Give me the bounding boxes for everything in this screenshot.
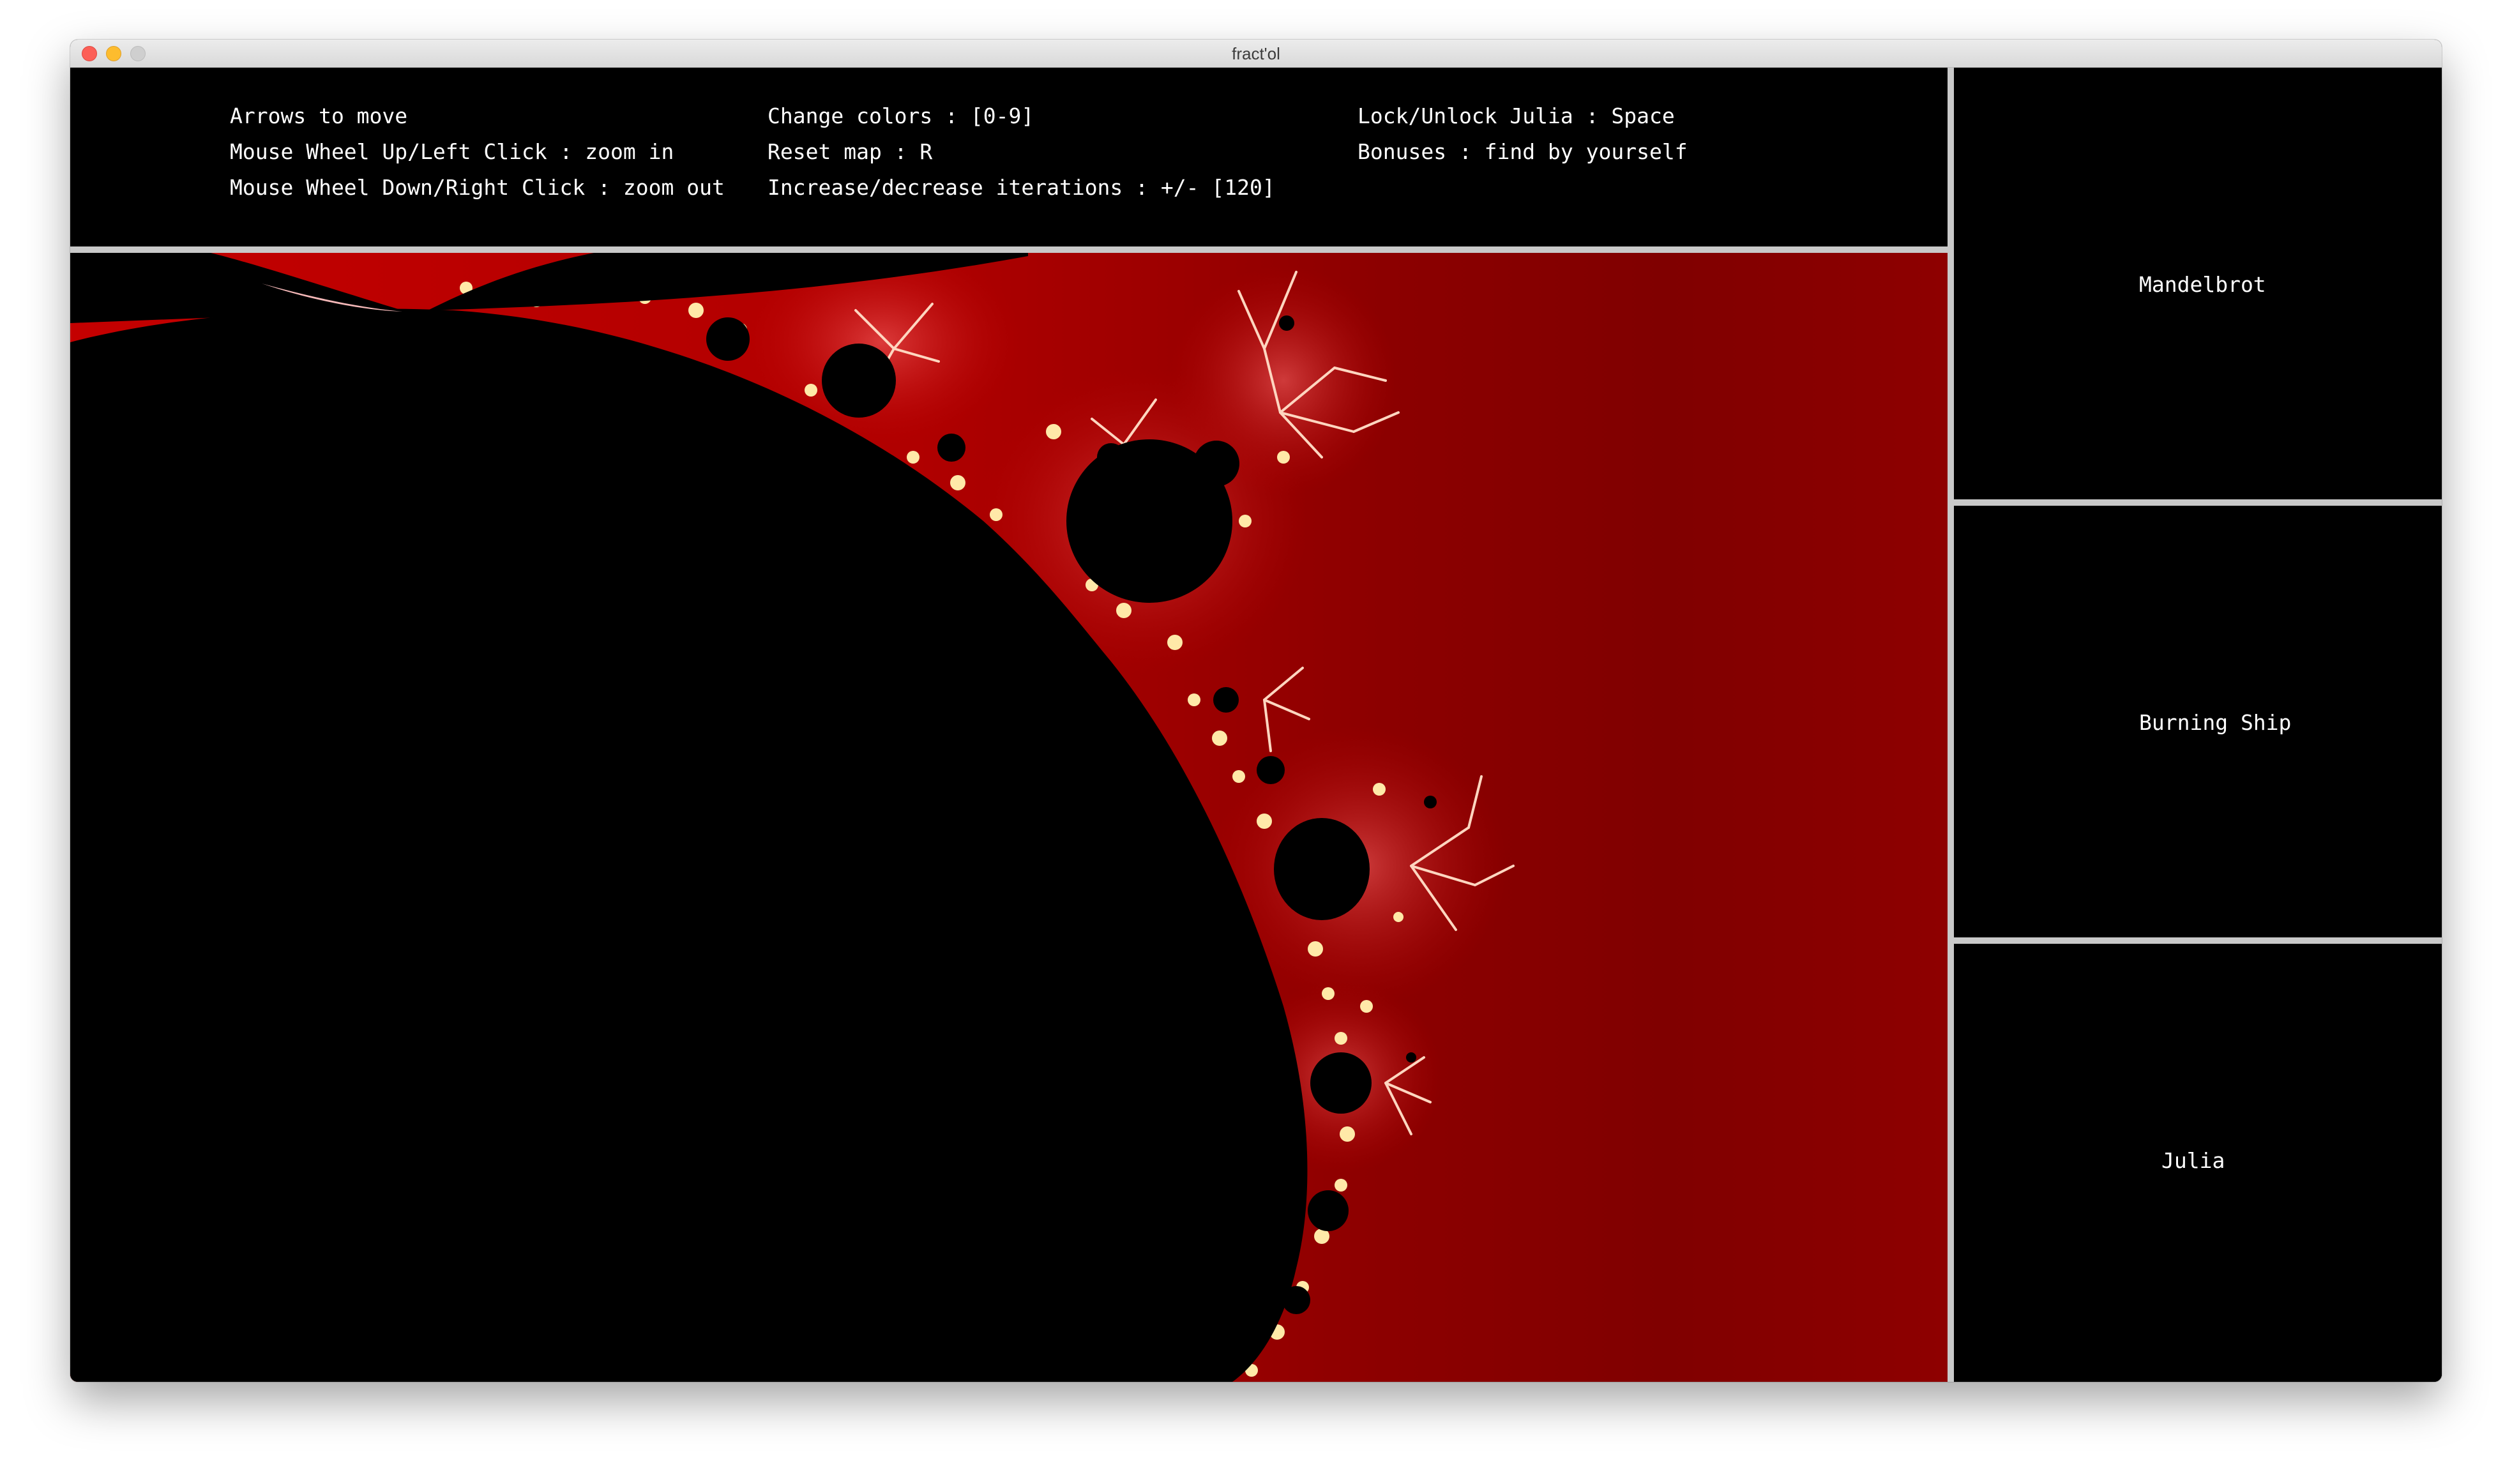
help-line: Bonuses : find by yourself [1358,139,1688,164]
selector-divider [1954,499,2442,506]
julia-label: Julia [2161,1148,2225,1173]
selector-divider [1954,937,2442,944]
help-line: Lock/Unlock Julia : Space [1358,103,1675,128]
help-column-settings: Change colors : [0-9] Reset map : R Incr… [768,98,1275,206]
burning-ship-label: Burning Ship [2139,710,2292,735]
mandelbrot-button[interactable]: Mandelbrot [1954,68,2442,499]
title-bar[interactable]: fract'ol [70,40,2442,68]
help-line: Change colors : [0-9] [768,103,1034,128]
help-line: Reset map : R [768,139,933,164]
help-line: Mouse Wheel Down/Right Click : zoom out [230,175,725,200]
help-line: Increase/decrease iterations : +/- [120] [768,175,1275,200]
burning-ship-button[interactable]: Burning Ship [1954,506,2442,937]
panel-divider [1948,68,1954,1382]
help-line: Arrows to move [230,103,408,128]
window-title: fract'ol [1232,44,1280,63]
help-column-navigation: Arrows to move Mouse Wheel Up/Left Click… [230,98,725,206]
window-content: Arrows to move Mouse Wheel Up/Left Click… [70,68,2442,1382]
help-panel: Arrows to move Mouse Wheel Up/Left Click… [70,68,1948,246]
fractal-canvas[interactable] [70,253,1948,1382]
fractal-render[interactable] [70,253,1948,1382]
mandelbrot-label: Mandelbrot [2139,272,2266,297]
help-divider [70,246,1948,253]
julia-button[interactable]: Julia [1954,944,2442,1382]
help-column-extras: Lock/Unlock Julia : Space Bonuses : find… [1358,98,1688,170]
app-window: fract'ol Arrows to move Mouse Wheel Up/L… [70,40,2442,1382]
help-line: Mouse Wheel Up/Left Click : zoom in [230,139,674,164]
fractal-selector: Mandelbrot Burning Ship Julia [1954,68,2442,1382]
